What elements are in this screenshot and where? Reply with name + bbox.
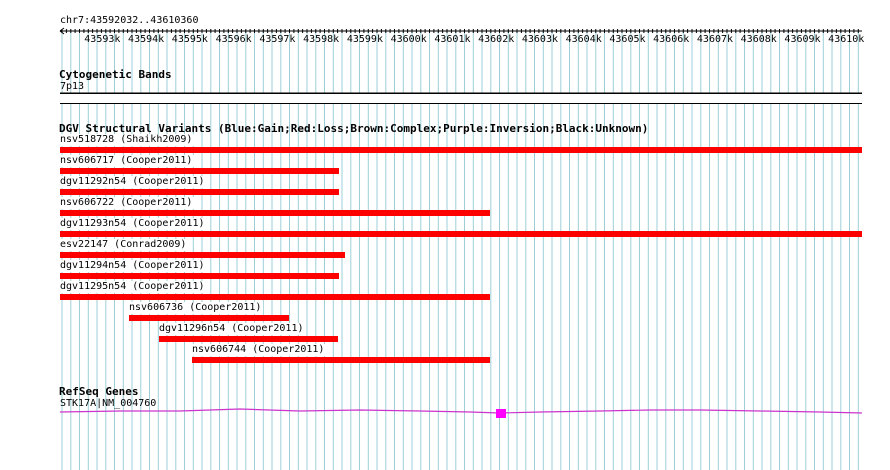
ruler-tick-label: 43595k: [171, 34, 208, 45]
cytoband-label: 7p13: [60, 81, 85, 92]
ruler-tick-label: 43601k: [434, 34, 471, 45]
dgv-feature-bar-dgv11295n54[interactable]: [60, 294, 490, 300]
ruler-tick-label: 43605k: [609, 34, 646, 45]
dgv-feature-label-esv22147[interactable]: esv22147 (Conrad2009): [60, 239, 189, 251]
dgv-feature-bar-nsv606722[interactable]: [60, 210, 490, 216]
dgv-feature-bar-dgv11292n54[interactable]: [60, 189, 339, 195]
dgv-feature-bar-nsv518728[interactable]: [60, 147, 862, 153]
refseq-exon: [496, 409, 506, 418]
refseq-intron-line: [59, 408, 863, 414]
dgv-feature-label-dgv11295n54[interactable]: dgv11295n54 (Cooper2011): [60, 281, 207, 293]
ruler-tick-label: 43603k: [521, 34, 558, 45]
ruler[interactable]: 43593k 43594k 43595k 43596k 43597k 43598k 4359…: [0, 0, 890, 50]
ruler-tick-label: 43608k: [740, 34, 777, 45]
dgv-feature-bar-nsv606744[interactable]: [192, 357, 490, 363]
dgv-feature-label-dgv11296n54[interactable]: dgv11296n54 (Cooper2011): [159, 323, 306, 335]
ruler-tick-label: 43598k: [303, 34, 340, 45]
refseq-track-title[interactable]: RefSeq Genes: [59, 385, 138, 398]
ruler-tick-label: 43607k: [696, 34, 734, 45]
cytoband-track-title[interactable]: Cytogenetic Bands: [59, 68, 172, 81]
dgv-feature-bar-dgv11293n54[interactable]: [60, 231, 862, 237]
dgv-feature-label-nsv606717[interactable]: nsv606717 (Cooper2011): [60, 155, 195, 167]
dgv-feature-bar-dgv11296n54[interactable]: [159, 336, 338, 342]
dgv-feature-label-nsv518728[interactable]: nsv518728 (Shaikh2009): [60, 134, 195, 146]
ruler-tick-label: 43593k: [84, 34, 121, 45]
ruler-tick-label: 43610k: [828, 34, 865, 45]
ruler-tick-label: 43597k: [259, 34, 296, 45]
refseq-gene-model[interactable]: [0, 400, 890, 430]
ruler-tick-label: 43594k: [128, 34, 165, 45]
dgv-feature-label-dgv11293n54[interactable]: dgv11293n54 (Cooper2011): [60, 218, 207, 230]
ruler-tick-label: 43602k: [478, 34, 515, 45]
dgv-feature-bar-dgv11294n54[interactable]: [60, 273, 339, 279]
dgv-feature-label-dgv11292n54[interactable]: dgv11292n54 (Cooper2011): [60, 176, 207, 188]
ruler-tick-label: 43606k: [653, 34, 690, 45]
dgv-feature-label-nsv606722[interactable]: nsv606722 (Cooper2011): [60, 197, 195, 209]
dgv-feature-bar-nsv606736[interactable]: [129, 315, 289, 321]
ruler-tick-label: 43600k: [390, 34, 427, 45]
ruler-tick-label: 43604k: [565, 34, 602, 45]
genome-browser-view: chr7:43592032..43610360 43593k 43594k 4359…: [0, 0, 890, 470]
cytoband-band[interactable]: [60, 93, 862, 104]
dgv-feature-bar-esv22147[interactable]: [60, 252, 345, 258]
dgv-feature-label-dgv11294n54[interactable]: dgv11294n54 (Cooper2011): [60, 260, 207, 272]
ruler-tick-label: 43599k: [346, 34, 383, 45]
ruler-tick-label: 43596k: [215, 34, 252, 45]
ruler-tick-label: 43609k: [784, 34, 821, 45]
dgv-feature-label-nsv606744[interactable]: nsv606744 (Cooper2011): [192, 344, 327, 356]
dgv-feature-bar-nsv606717[interactable]: [60, 168, 339, 174]
dgv-feature-label-nsv606736[interactable]: nsv606736 (Cooper2011): [129, 302, 264, 314]
